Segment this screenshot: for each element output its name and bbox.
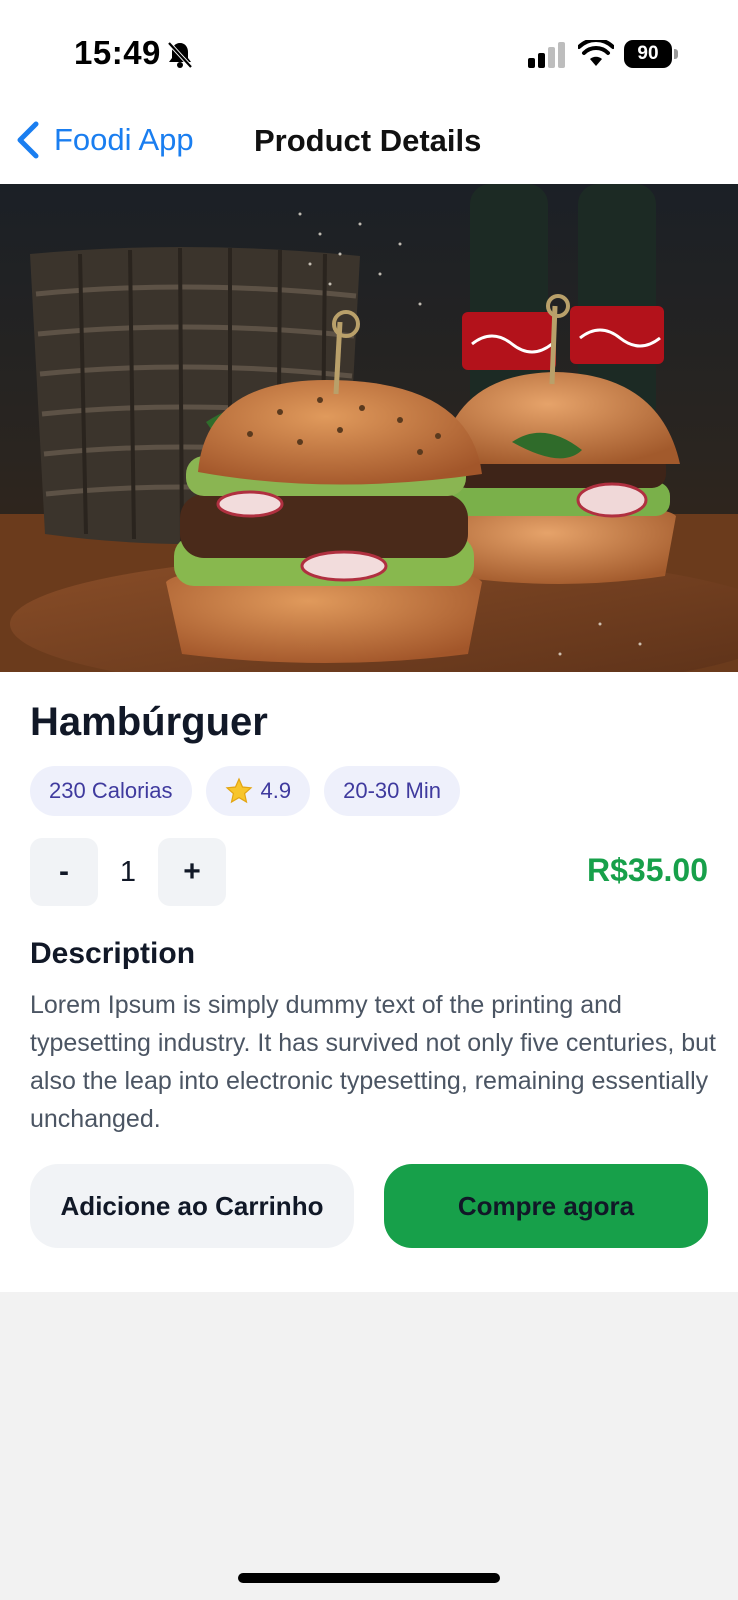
back-label: Foodi App — [54, 122, 194, 157]
status-bar: 15:49 90 — [0, 0, 738, 100]
time-chip: 20-30 Min — [324, 766, 460, 816]
decrease-button[interactable]: - — [30, 838, 98, 906]
back-button[interactable]: Foodi App — [14, 115, 194, 165]
calories-label: 230 Calorias — [49, 778, 173, 803]
calories-chip: 230 Calorias — [30, 766, 192, 816]
wifi-icon — [578, 40, 614, 66]
product-price: R$35.00 — [587, 852, 708, 888]
page-title: Product Details — [254, 123, 482, 158]
back-chevron-icon — [17, 121, 39, 159]
product-chips: 230 Calorias 4.9 20-30 Min — [30, 766, 460, 816]
buy-now-button[interactable]: Compre agora — [384, 1164, 708, 1248]
increase-button[interactable]: + — [158, 838, 226, 906]
description-text: Lorem Ipsum is simply dummy text of the … — [30, 991, 716, 1133]
quantity-value: 1 — [119, 855, 137, 888]
battery-nub — [674, 49, 678, 59]
description-heading: Description — [30, 937, 196, 970]
product-name: Hambúrguer — [30, 700, 268, 744]
signal-icon — [528, 42, 565, 68]
product-image — [0, 184, 738, 672]
rating-label: 4.9 — [260, 778, 292, 803]
status-time: 15:49 — [74, 34, 161, 71]
quantity-stepper: - 1 + — [30, 838, 226, 906]
bell-muted-icon — [167, 41, 193, 69]
home-indicator[interactable] — [238, 1573, 500, 1583]
rating-chip: 4.9 — [205, 766, 311, 816]
nav-bar: Foodi App Product Details — [0, 105, 738, 179]
battery-icon: 90 — [624, 40, 678, 68]
add-to-cart-button[interactable]: Adicione ao Carrinho — [30, 1164, 354, 1248]
battery-level: 90 — [624, 40, 672, 68]
time-label: 20-30 Min — [343, 778, 441, 803]
product-screen: 15:49 90 Foodi App Product Details Hambú… — [0, 0, 738, 1292]
star-icon — [225, 777, 252, 804]
